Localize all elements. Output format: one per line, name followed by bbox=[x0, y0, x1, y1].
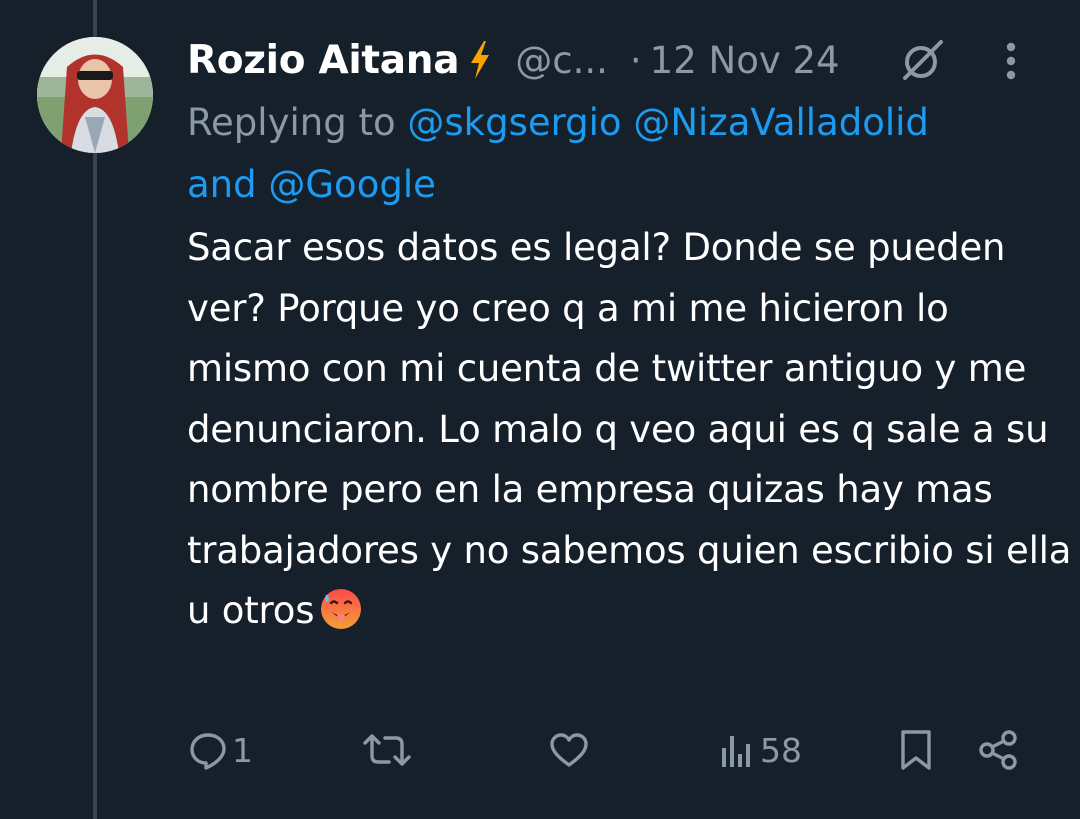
mention-link[interactable]: @NizaValladolid bbox=[633, 101, 929, 144]
bookmark-button[interactable] bbox=[898, 728, 934, 772]
hot-face-emoji-icon bbox=[318, 585, 364, 631]
author-handle[interactable]: @c... bbox=[515, 39, 608, 82]
reply-icon bbox=[190, 733, 226, 770]
views-button[interactable]: 58 bbox=[720, 728, 802, 772]
tweet-date[interactable]: 12 Nov 24 bbox=[650, 39, 840, 82]
more-options-icon[interactable] bbox=[1003, 40, 1019, 82]
author-avatar[interactable] bbox=[37, 37, 153, 153]
author-name[interactable]: Rozio Aitana bbox=[187, 38, 460, 83]
share-icon bbox=[979, 730, 1017, 770]
replying-to-label: Replying to bbox=[187, 101, 396, 144]
retweet-button[interactable] bbox=[362, 728, 416, 772]
views-count: 58 bbox=[760, 730, 802, 770]
replying-to-line: Replying to @skgsergio @NizaValladolid a… bbox=[187, 92, 1057, 216]
like-button[interactable] bbox=[548, 728, 594, 772]
reply-count: 1 bbox=[232, 730, 253, 770]
heart-icon bbox=[550, 733, 588, 767]
tweet-action-bar: 1 58 bbox=[0, 720, 1080, 780]
header-separator: · bbox=[629, 38, 642, 82]
views-chart-icon bbox=[722, 736, 750, 767]
mention-link[interactable]: @Google bbox=[268, 163, 435, 206]
grok-icon[interactable] bbox=[899, 36, 947, 84]
reply-button[interactable]: 1 bbox=[188, 728, 253, 772]
lightning-bolt-icon bbox=[467, 40, 493, 80]
share-button[interactable] bbox=[978, 728, 1020, 772]
bookmark-icon bbox=[901, 730, 931, 770]
tweet-text: Sacar esos datos es legal? Donde se pued… bbox=[187, 218, 1072, 642]
retweet-icon bbox=[363, 734, 411, 766]
tweet-body-text: Sacar esos datos es legal? Donde se pued… bbox=[187, 226, 1072, 632]
tweet-header: Rozio Aitana @c... · 12 Nov 24 bbox=[187, 30, 1067, 90]
mention-link[interactable]: @skgsergio bbox=[407, 101, 621, 144]
avatar-image bbox=[37, 37, 153, 153]
mention-joiner: and bbox=[187, 163, 257, 206]
